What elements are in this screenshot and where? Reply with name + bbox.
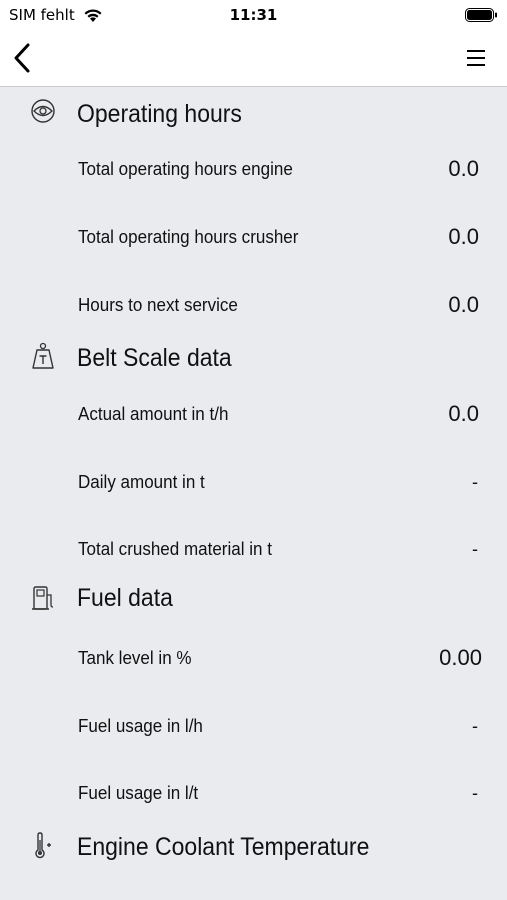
data-row: Fuel usage in l/t -	[0, 774, 507, 814]
section-operating-hours: Operating hours	[0, 94, 507, 134]
row-label: Tank level in %	[78, 647, 192, 668]
chevron-left-icon	[14, 43, 30, 73]
row-label: Actual amount in t/h	[78, 403, 229, 424]
row-label: Daily amount in t	[78, 471, 205, 492]
thermometer-icon	[35, 832, 51, 859]
weight-scale-icon	[32, 342, 54, 369]
row-label: Total operating hours engine	[78, 158, 293, 179]
row-label: Hours to next service	[78, 294, 238, 315]
fuel-pump-icon	[32, 586, 54, 610]
machine-data-list[interactable]: Operating hours Total operating hours en…	[0, 88, 507, 900]
data-row: Hours to next service 0.0	[0, 286, 507, 326]
data-row: Tank level in % 0.00	[0, 639, 507, 679]
back-button[interactable]	[6, 38, 46, 78]
row-value: -	[472, 716, 478, 736]
clock: 11:31	[229, 6, 278, 24]
row-value: 0.0	[448, 401, 479, 426]
section-title: Operating hours	[77, 100, 242, 128]
data-row: Daily amount in t -	[0, 463, 507, 503]
section-title: Fuel data	[77, 584, 173, 612]
engine-hours-icon	[31, 99, 55, 123]
menu-button[interactable]	[461, 40, 491, 76]
data-row: Actual amount in t/h 0.0	[0, 395, 507, 435]
row-value: -	[472, 472, 478, 492]
battery-full-icon	[465, 8, 497, 22]
row-value: 0.0	[448, 292, 479, 317]
row-label: Total operating hours crusher	[78, 226, 299, 247]
row-value: -	[472, 539, 478, 559]
status-bar: SIM fehlt 11:31	[0, 0, 507, 30]
row-label: Total crushed material in t	[78, 538, 272, 559]
data-row: Fuel usage in l/h -	[0, 707, 507, 747]
row-value: 0.0	[448, 224, 479, 249]
row-label: Fuel usage in l/h	[78, 715, 203, 736]
section-title: Engine Coolant Temperature	[77, 833, 370, 861]
row-value: 0.00	[439, 645, 482, 670]
section-engine-coolant: Engine Coolant Temperature	[0, 827, 507, 867]
hamburger-menu-icon	[467, 50, 485, 66]
data-row: Total operating hours crusher 0.0	[0, 218, 507, 258]
row-value: -	[472, 783, 478, 803]
section-fuel-data: Fuel data	[0, 578, 507, 618]
row-label: Fuel usage in l/t	[78, 782, 199, 803]
row-value: 0.0	[448, 156, 479, 181]
section-belt-scale: Belt Scale data	[0, 338, 507, 378]
data-row: Total operating hours engine 0.0	[0, 150, 507, 190]
navigation-bar	[0, 30, 507, 87]
section-title: Belt Scale data	[77, 344, 232, 372]
data-row: Total crushed material in t -	[0, 530, 507, 570]
